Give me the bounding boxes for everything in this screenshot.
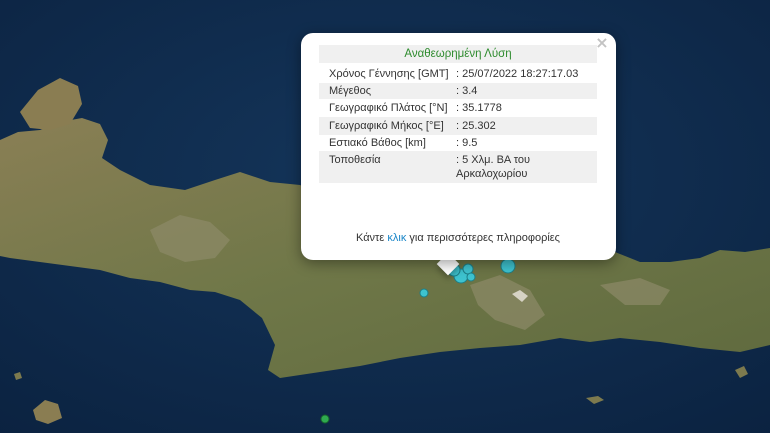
- info-label: Γεωγραφικό Πλάτος [°N]: [329, 102, 448, 114]
- info-value: : 3.4: [456, 85, 478, 97]
- info-row-location: Τοποθεσία : 5 Χλμ. ΒΑ του Αρκαλοχωρίου: [319, 151, 597, 183]
- info-label: Μέγεθος: [329, 85, 372, 97]
- info-value: : 35.1778: [456, 102, 502, 114]
- popup-footer: Κάντε κλικ για περισσότερες πληροφορίες: [319, 232, 597, 244]
- info-label: Γεωγραφικό Μήκος [°E]: [329, 120, 444, 132]
- info-label: Εστιακό Βάθος [km]: [329, 137, 426, 149]
- footer-text-after: για περισσότερες πληροφορίες: [406, 232, 560, 244]
- info-row-magnitude: Μέγεθος : 3.4: [319, 83, 597, 99]
- earthquake-circle-icon[interactable]: [419, 288, 429, 298]
- info-row-origin-time: Χρόνος Γέννησης [GMT] : 25/07/2022 18:27…: [319, 65, 597, 83]
- info-row-latitude: Γεωγραφικό Πλάτος [°N] : 35.1778: [319, 99, 597, 117]
- info-value: : 5 Χλμ. ΒΑ του Αρκαλοχωρίου: [456, 154, 531, 180]
- info-value: : 9.5: [456, 137, 478, 149]
- info-row-depth: Εστιακό Βάθος [km] : 9.5: [319, 135, 597, 151]
- earthquake-circle-icon[interactable]: [466, 272, 476, 282]
- earthquake-circle-icon[interactable]: [500, 258, 516, 274]
- info-table: Χρόνος Γέννησης [GMT] : 25/07/2022 18:27…: [319, 65, 597, 183]
- info-row-longitude: Γεωγραφικό Μήκος [°E] : 25.302: [319, 117, 597, 135]
- info-label: Χρόνος Γέννησης [GMT]: [329, 68, 449, 80]
- info-value: : 25/07/2022 18:27:17.03: [456, 68, 579, 80]
- popup-title: Αναθεωρημένη Λύση: [319, 45, 597, 63]
- info-label: Τοποθεσία: [329, 154, 381, 166]
- earthquake-info-popup: × Αναθεωρημένη Λύση Χρόνος Γέννησης [GMT…: [301, 33, 616, 260]
- footer-text-before: Κάντε: [356, 232, 388, 244]
- more-info-link[interactable]: κλικ: [387, 232, 406, 244]
- info-value: : 25.302: [456, 120, 496, 132]
- earthquake-circle-icon[interactable]: [462, 263, 474, 275]
- green-dot-icon[interactable]: [320, 414, 330, 424]
